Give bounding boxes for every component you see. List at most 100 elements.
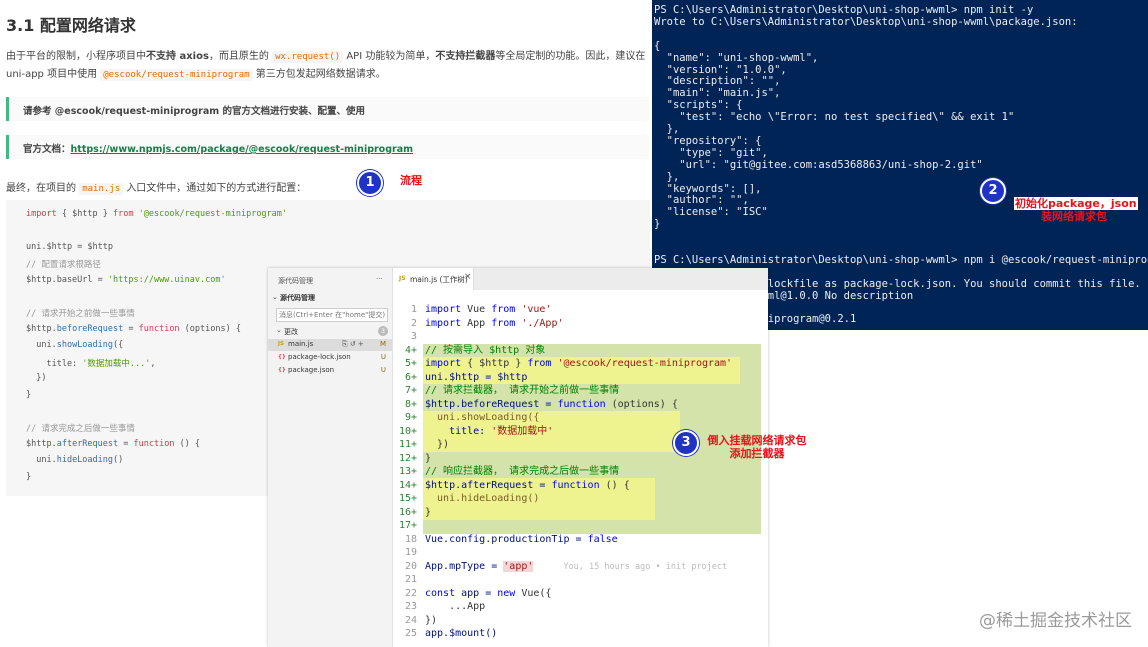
- inline-code: @escook/request-miniprogram: [100, 69, 253, 81]
- code-line: 17+: [398, 520, 417, 531]
- step-label-1: 流程: [400, 174, 422, 187]
- code-line: 12+}: [398, 452, 432, 464]
- code-line: 24}): [404, 614, 438, 626]
- chevron-down-icon[interactable]: ⌄: [276, 326, 282, 334]
- terminal-line: "test": "echo \"Error: no test specified…: [654, 111, 1015, 124]
- code-line: 18 Vue.config.productionTip = false: [404, 533, 618, 545]
- code-line: 20 App.mpType = 'app' You, 15 hours ago • …: [404, 560, 728, 572]
- terminal-line: "type": "git",: [654, 146, 768, 159]
- code-line: uni.$http = $http: [26, 242, 113, 252]
- code-line: }: [26, 472, 32, 482]
- intro-text: uni-app 项目中使用: [6, 69, 98, 80]
- watermark: @稀土掘金技术社区: [979, 611, 1132, 631]
- tab-main-js[interactable]: JS main.js (工作树) ×: [393, 268, 474, 290]
- file-status-badge: U: [380, 366, 386, 374]
- code-line: 21: [404, 574, 417, 585]
- code-line: 13+// 响应拦截器， 请求完成之后做一些事情: [398, 466, 620, 477]
- code-line: }): [26, 373, 47, 383]
- vscode-window: 源代码管理 ··· ⌄ 源代码管理 消息(Ctrl+Enter 在"home"提…: [268, 268, 768, 647]
- changed-file-item[interactable]: {} package-lock.json U: [268, 352, 392, 364]
- changed-file-name: package-lock.json: [288, 353, 351, 361]
- code-line: 15+ uni.hideLoading(): [398, 493, 540, 504]
- inline-code: main.js: [79, 183, 124, 195]
- intro-text: 等全局定制的功能。因此，建议在: [495, 51, 646, 62]
- final-text: 最终，在项目的: [6, 183, 76, 194]
- code-line: 11+ }): [398, 439, 450, 450]
- changed-file-item[interactable]: {} package.json U: [268, 365, 392, 377]
- changes-label[interactable]: 更改: [284, 327, 298, 337]
- scm-title: 源代码管理: [278, 277, 313, 285]
- changed-file-name: main.js: [288, 340, 314, 348]
- code-line: import { $http } from '@escook/request-m…: [26, 209, 288, 219]
- terminal-line: "main": "main.js",: [654, 87, 781, 100]
- terminal-line: "license": "ISC": [654, 206, 768, 219]
- code-line: 9+ uni.showLoading({: [404, 412, 540, 423]
- terminal-line: PS C:\Users\Administrator\Desktop\uni-sh…: [654, 4, 1034, 16]
- step-label-2: 初始化package，json 装网络请求包: [1014, 197, 1138, 223]
- js-file-icon: JS: [399, 275, 406, 282]
- changed-file-item[interactable]: JS main.js ⎘ ↺ + M: [268, 339, 392, 351]
- code-line: 6+ uni.$http = $http: [404, 371, 528, 383]
- code-line: title: '数据加载中...',: [26, 359, 156, 369]
- step-label-3-line2: 添加拦截器: [729, 447, 785, 460]
- step-label-2-line2: 装网络请求包: [1041, 210, 1107, 223]
- step-label-2-line1: 初始化package，json: [1014, 197, 1138, 210]
- tip-text: 官方文档：https://www.npmjs.com/package/@esco…: [23, 141, 413, 155]
- terminal-line: "description": "",: [654, 75, 781, 88]
- code-comment: // 配置请求根路径: [26, 260, 101, 270]
- code-line: $http.beforeRequest = function (options)…: [26, 324, 241, 334]
- file-status-badge: U: [380, 353, 386, 361]
- intro-bold: 不支持 axios: [146, 51, 209, 62]
- code-line: 10+ title: '数据加载中': [398, 425, 554, 437]
- changed-file-name: package.json: [288, 366, 335, 374]
- terminal-line: },: [654, 170, 680, 183]
- intro-paragraph-line2: uni-app 项目中使用 @escook/request-miniprogra…: [6, 65, 386, 81]
- code-line: 16+}: [398, 506, 432, 518]
- code-line: $http.baseUrl = 'https://www.uinav.com': [26, 275, 226, 285]
- terminal-line: "author": "",: [654, 194, 749, 207]
- tip-label: 官方文档：: [23, 144, 71, 155]
- terminal-line: }: [654, 218, 661, 231]
- inline-code: wx.request(): [272, 51, 344, 63]
- source-control-panel: 源代码管理 ··· ⌄ 源代码管理 消息(Ctrl+Enter 在"home"提…: [268, 268, 393, 647]
- tab-label: main.js (工作树): [410, 275, 468, 284]
- intro-text: 由于平台的限制，小程序项目中: [6, 51, 146, 62]
- code-line: 7+// 请求拦截器， 请求开始之前做一些事情: [404, 385, 620, 396]
- code-comment: // 请求完成之后做一些事情: [26, 424, 135, 434]
- file-status-badge: M: [379, 340, 386, 348]
- changes-count-badge: 3: [378, 326, 388, 336]
- intro-text: ，而且原生的: [208, 51, 269, 62]
- npm-docs-link[interactable]: https://www.npmjs.com/package/@escook/re…: [71, 144, 414, 155]
- chevron-down-icon[interactable]: ⌄: [272, 293, 278, 301]
- code-line: 19: [404, 547, 417, 558]
- final-paragraph: 最终，在项目的 main.js 入口文件中，通过如下的方式进行配置：: [6, 179, 307, 195]
- final-text: 入口文件中，通过如下的方式进行配置：: [126, 183, 307, 194]
- code-line: }: [26, 390, 32, 400]
- code-comment: // 请求开始之前做一些事情: [26, 309, 135, 319]
- terminal-line: {: [654, 39, 661, 52]
- code-line: 8+ $http.beforeRequest = function (option…: [404, 398, 678, 410]
- code-line: 2 import App from './App': [410, 317, 564, 329]
- step-label-3: 倒入挂载网络请求包 添加拦截器: [702, 434, 812, 460]
- commit-message-input[interactable]: 消息(Ctrl+Enter 在"home"提交): [276, 308, 388, 322]
- scm-section-title[interactable]: 源代码管理: [280, 293, 315, 303]
- code-line: 23 ...App: [404, 601, 486, 612]
- step-label-3-line1: 倒入挂载网络请求包: [707, 434, 807, 447]
- js-file-icon: JS: [278, 341, 285, 347]
- intro-bold: 不支持拦截器: [435, 51, 496, 62]
- git-blame-annotation: You, 15 hours ago • init project: [563, 561, 728, 572]
- code-line: 14+ $http.afterRequest = function () {: [398, 479, 630, 491]
- page-title: 3.1 配置网络请求: [6, 16, 136, 35]
- close-icon[interactable]: ×: [464, 272, 472, 282]
- more-actions-icon[interactable]: ···: [376, 275, 383, 283]
- json-file-icon: {}: [278, 367, 286, 373]
- tip-text: 请参考 @escook/request-miniprogram 的官方文档进行安…: [23, 106, 365, 117]
- step-badge-3: 3: [673, 430, 699, 456]
- terminal-line: Wrote to C:\Users\Administrator\Desktop\…: [654, 15, 1078, 28]
- terminal-line: "keywords": [],: [654, 182, 762, 195]
- file-actions-icons[interactable]: ⎘ ↺ +: [342, 340, 364, 349]
- code-line: 25 app.$mount(): [404, 628, 498, 639]
- terminal-line: PS C:\Users\Administrator\Desktop\uni-sh…: [654, 253, 1148, 266]
- step-badge-2: 2: [980, 178, 1006, 204]
- terminal-line: "repository": {: [654, 134, 762, 147]
